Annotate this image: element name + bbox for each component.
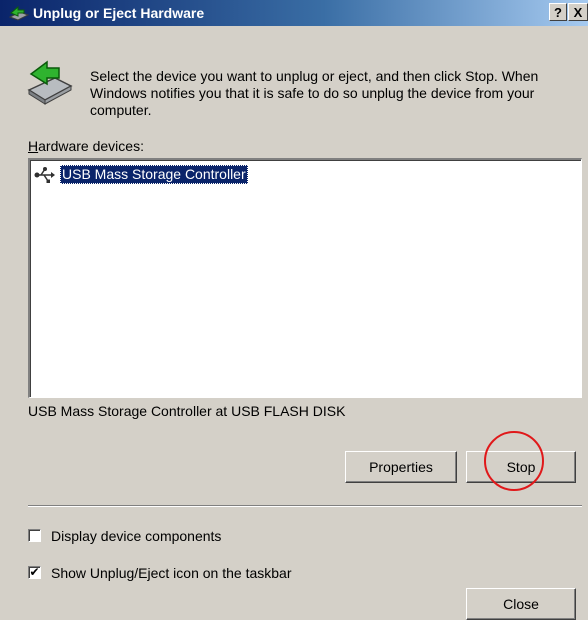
display-components-checkbox[interactable] bbox=[28, 529, 41, 542]
instructions-text: Select the device you want to unplug or … bbox=[90, 68, 539, 118]
hardware-devices-label-rest: ardware devices: bbox=[38, 138, 144, 154]
separator bbox=[28, 505, 582, 507]
eject-hardware-icon bbox=[27, 60, 73, 105]
checkmark-icon: ✔ bbox=[29, 565, 40, 579]
hardware-devices-label-first: H bbox=[28, 138, 39, 154]
help-button[interactable]: ? bbox=[549, 3, 567, 21]
eject-hardware-icon bbox=[8, 5, 30, 21]
properties-button[interactable]: Properties bbox=[345, 451, 457, 483]
highlight-circle-annotation bbox=[484, 431, 544, 491]
title-bar: Unplug or Eject Hardware ? X bbox=[0, 0, 588, 26]
display-components-label: Display device components bbox=[51, 528, 222, 544]
close-button-label: Close bbox=[503, 596, 539, 612]
device-description: USB Mass Storage Controller at USB FLASH… bbox=[28, 403, 346, 419]
window-title: Unplug or Eject Hardware bbox=[33, 5, 205, 21]
hardware-devices-label: Hardware devices: bbox=[28, 138, 144, 154]
show-icon-checkbox[interactable]: ✔ bbox=[28, 566, 41, 579]
hardware-devices-list[interactable]: USB Mass Storage Controller bbox=[28, 158, 582, 398]
show-icon-label: Show Unplug/Eject icon on the taskbar bbox=[51, 565, 292, 581]
device-name: USB Mass Storage Controller bbox=[60, 165, 248, 184]
properties-button-label: Properties bbox=[369, 459, 433, 475]
close-button[interactable]: Close bbox=[466, 588, 576, 620]
usb-icon bbox=[34, 167, 55, 183]
close-window-button[interactable]: X bbox=[568, 3, 588, 21]
